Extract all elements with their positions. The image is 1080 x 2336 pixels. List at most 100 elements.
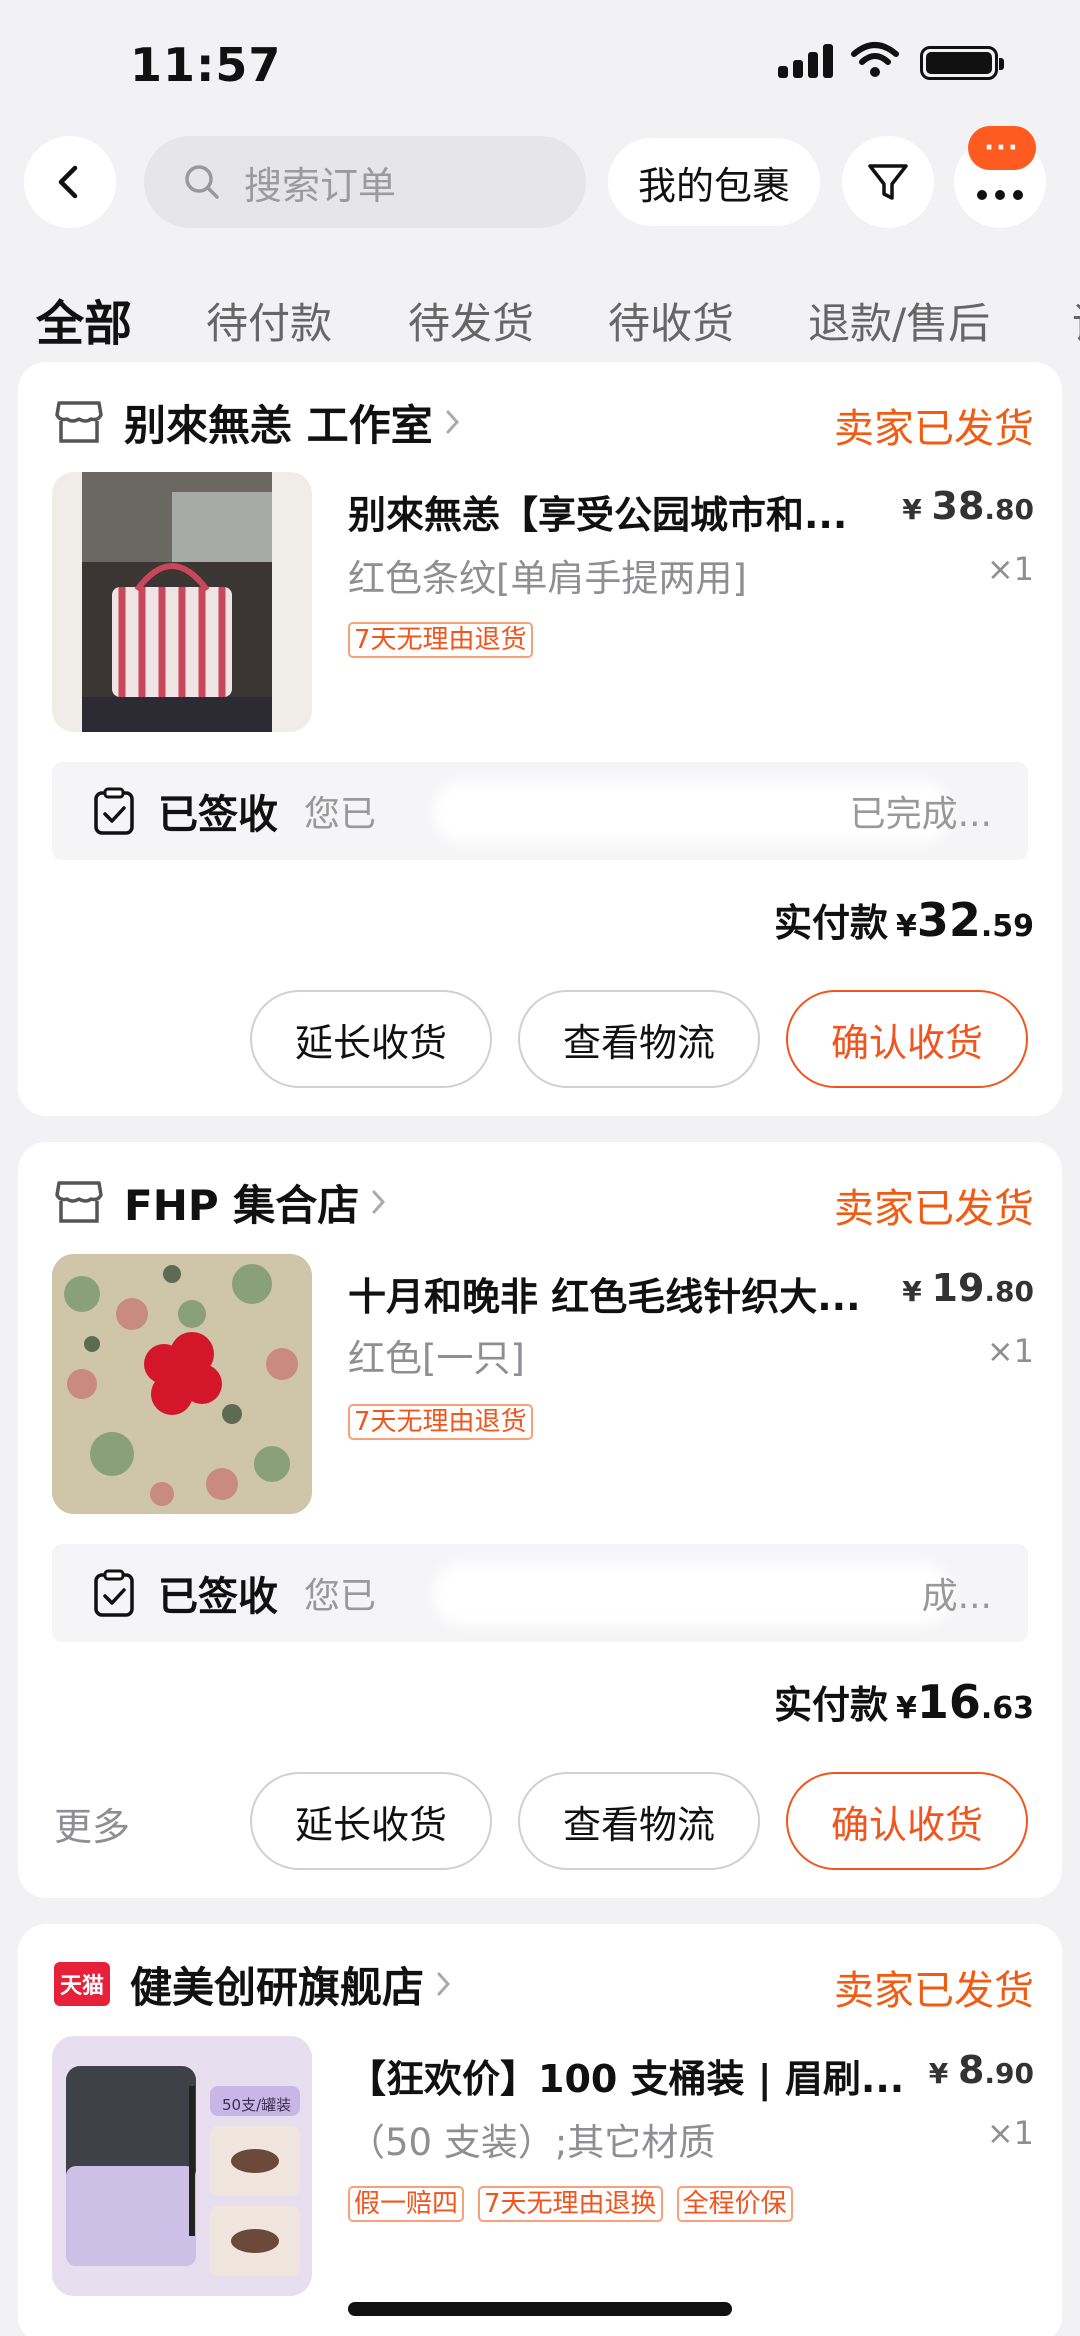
price-integer: 19 (931, 1266, 985, 1310)
status-bar: 11:57 (0, 0, 1080, 120)
price-decimal: .80 (984, 1275, 1034, 1308)
price-decimal: .80 (984, 493, 1034, 526)
paid-integer: 32 (916, 893, 981, 947)
paid-integer: 16 (916, 1675, 981, 1729)
price-currency: ¥ (902, 493, 922, 526)
tab-refund-after-sales[interactable]: 退款/售后 (808, 290, 990, 351)
signed-description: 您已 (304, 1576, 377, 1617)
paid-currency: ¥ (895, 1691, 917, 1726)
product-spec: 红色条纹[单肩手提两用] (348, 557, 747, 600)
shop-name: 别來無恙 工作室 (124, 400, 433, 450)
paid-label: 实付款 (773, 901, 888, 945)
logistics-status[interactable]: 已签收 您已 已完成... (52, 762, 1028, 860)
chevron-right-icon (446, 410, 459, 434)
shop-link[interactable]: 天猫 健美创研旗舰店 (54, 1954, 454, 2014)
shop-link[interactable]: 别來無恙 工作室 (54, 392, 463, 452)
order-status: 卖家已发货 (834, 1968, 1034, 2014)
service-tag: 全程价保 (676, 2186, 793, 2222)
back-arrow-icon (58, 165, 78, 199)
service-tag: 假一赔四 (348, 2186, 465, 2222)
message-badge[interactable]: ··· (968, 126, 1036, 170)
thumb-label: 50支/罐装 (222, 2096, 292, 2114)
confirm-receipt-button[interactable]: 确认收货 (786, 990, 1028, 1088)
product-title[interactable]: 十月和晚非 红色毛线针织大... (348, 1266, 861, 1321)
paid-currency: ¥ (895, 909, 917, 944)
signed-description-tail: 成... (921, 1576, 992, 1617)
price-integer: 8 (957, 2048, 985, 2092)
order-tabs: 全部 待付款 待发货 待收货 退款/售后 评 (0, 280, 1080, 356)
back-button[interactable] (24, 136, 116, 228)
order-card: 天猫 健美创研旗舰店 卖家已发货 50支/罐装 【狂欢价】100 支桶装 | 眉… (18, 1924, 1062, 2336)
search-input[interactable]: 搜索订单 (144, 136, 586, 228)
store-icon (55, 401, 103, 443)
order-status: 卖家已发货 (834, 406, 1034, 452)
chevron-right-icon (437, 1972, 451, 1996)
extend-receipt-button[interactable]: 延长收货 (250, 990, 492, 1088)
paid-decimal: .63 (980, 1691, 1034, 1726)
shop-link[interactable]: FHP 集合店 (54, 1172, 389, 1232)
paid-label: 实付款 (773, 1683, 888, 1727)
tab-all[interactable]: 全部 (36, 284, 132, 354)
service-tags: 7天无理由退货 (348, 1404, 533, 1440)
tab-pending-shipment[interactable]: 待发货 (408, 290, 534, 351)
product-quantity: ×1 (986, 1332, 1034, 1370)
clipboard-check-icon (94, 1569, 134, 1617)
store-icon (55, 1181, 103, 1223)
more-link[interactable]: 更多 (54, 1796, 130, 1851)
more-dots-icon (977, 190, 1023, 200)
tab-pending-receipt[interactable]: 待收货 (608, 290, 734, 351)
extend-receipt-button[interactable]: 延长收货 (250, 1772, 492, 1870)
filter-icon (868, 164, 908, 200)
shop-name: FHP 集合店 (124, 1180, 360, 1230)
price-currency: ¥ (902, 1275, 922, 1308)
order-status: 卖家已发货 (834, 1186, 1034, 1232)
price-integer: 38 (931, 484, 985, 528)
view-logistics-button[interactable]: 查看物流 (518, 1772, 760, 1870)
product-image[interactable] (52, 1254, 312, 1514)
signed-description: 您已 (304, 794, 377, 835)
product-quantity: ×1 (986, 2114, 1034, 2152)
signed-description-tail: 已完成... (849, 794, 992, 835)
service-tag: 7天无理由退换 (478, 2186, 663, 2222)
signed-label: 已签收 (158, 1574, 278, 1620)
product-spec: （50 支装）;其它材质 (348, 2121, 716, 2164)
paid-amount: 实付款 ¥32.59 (774, 892, 1034, 947)
confirm-receipt-button[interactable]: 确认收货 (786, 1772, 1028, 1870)
price-decimal: .90 (984, 2057, 1034, 2090)
my-packages-button[interactable]: 我的包裹 (608, 138, 820, 226)
product-quantity: ×1 (986, 550, 1034, 588)
order-card: FHP 集合店 卖家已发货 十月和晚非 红色毛线针织大... ¥ 19.80 红… (18, 1142, 1062, 1898)
search-placeholder: 搜索订单 (244, 163, 397, 208)
tab-pending-payment[interactable]: 待付款 (206, 290, 332, 351)
wifi-icon (851, 42, 899, 77)
paid-amount: 实付款 ¥16.63 (774, 1674, 1034, 1729)
product-title[interactable]: 别來無恙【享受公园城市和... (348, 484, 847, 539)
product-price: ¥ 8.90 (929, 2048, 1034, 2092)
product-spec: 红色[一只] (348, 1337, 525, 1380)
filter-button[interactable] (842, 136, 934, 228)
price-currency: ¥ (928, 2057, 949, 2090)
battery-icon (920, 46, 1004, 80)
service-tags: 7天无理由退货 (348, 622, 533, 658)
product-price: ¥ 19.80 (902, 1266, 1034, 1310)
service-tag: 7天无理由退货 (348, 1404, 533, 1440)
tab-review[interactable]: 评 (1072, 290, 1080, 351)
home-indicator[interactable] (348, 2302, 732, 2316)
product-image[interactable] (52, 472, 312, 732)
signed-label: 已签收 (158, 792, 278, 838)
tmall-badge: 天猫 (54, 1962, 110, 2006)
chevron-right-icon (372, 1190, 386, 1214)
shop-name: 健美创研旗舰店 (130, 1962, 425, 2012)
service-tags: 假一赔四 7天无理由退换 全程价保 (348, 2186, 793, 2222)
service-tag: 7天无理由退货 (348, 622, 533, 658)
logistics-status[interactable]: 已签收 您已 成... (52, 1544, 1028, 1642)
paid-decimal: .59 (980, 909, 1034, 944)
order-card: 别來無恙 工作室 卖家已发货 别來無恙【享受公园城市和... ¥ 38.80 红… (18, 362, 1062, 1116)
product-title[interactable]: 【狂欢价】100 支桶装 | 眉刷... (348, 2048, 904, 2103)
product-image[interactable]: 50支/罐装 (52, 2036, 312, 2296)
view-logistics-button[interactable]: 查看物流 (518, 990, 760, 1088)
status-time: 11:57 (130, 38, 282, 92)
clipboard-check-icon (94, 787, 134, 835)
redaction-mask (432, 1562, 952, 1626)
search-icon (185, 165, 219, 199)
